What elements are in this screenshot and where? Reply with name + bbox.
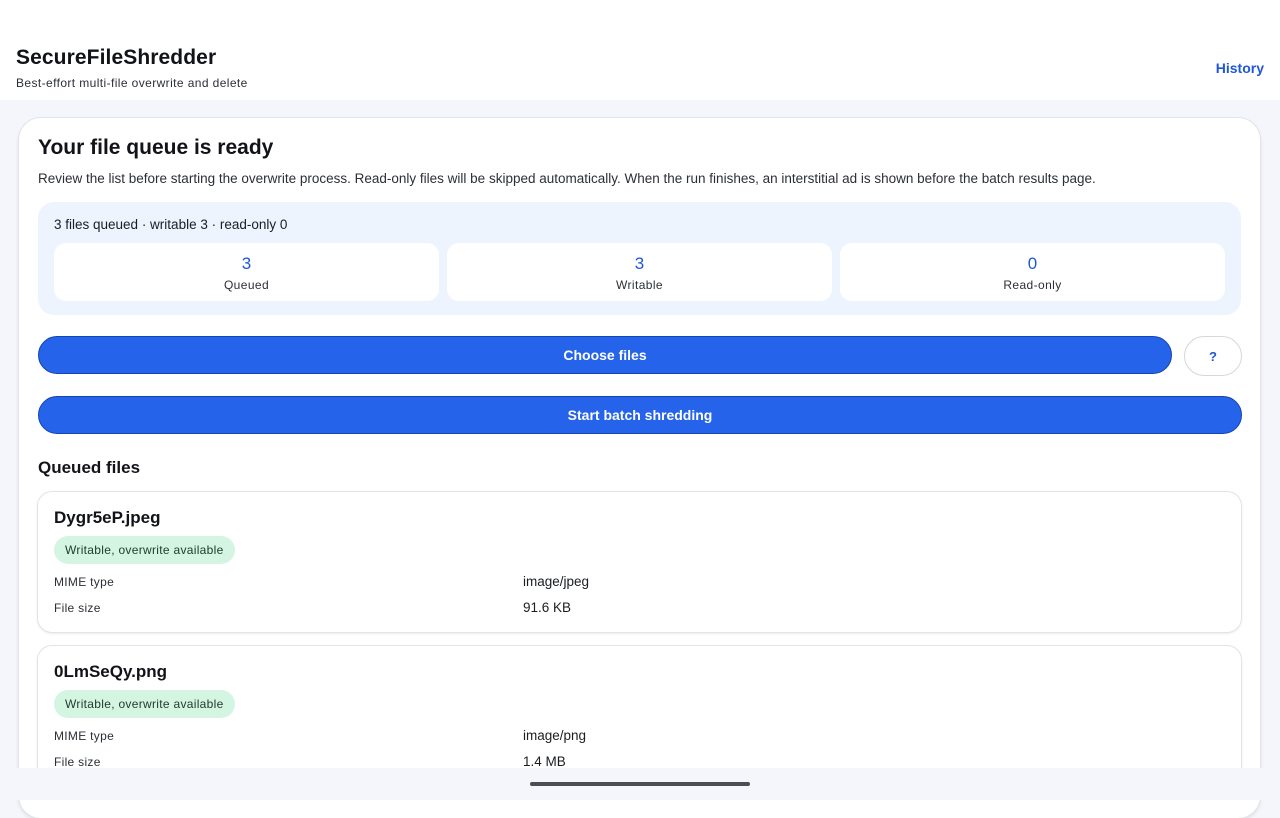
- help-button[interactable]: ?: [1184, 336, 1242, 376]
- mime-type-value: image/jpeg: [523, 574, 590, 589]
- status-badge: Writable, overwrite available: [54, 690, 235, 718]
- stat-value: 3: [241, 254, 252, 273]
- stat-value: 0: [1027, 254, 1038, 273]
- mime-type-label: MIME type: [54, 729, 115, 743]
- queued-files-heading: Queued files: [38, 458, 141, 477]
- choose-files-button[interactable]: Choose files: [38, 336, 1172, 374]
- stat-label: Queued: [223, 278, 270, 292]
- queue-card: Your file queue is ready Review the list…: [19, 118, 1260, 818]
- file-name: Dygr5eP.jpeg: [54, 508, 161, 527]
- page-title: Your file queue is ready: [38, 136, 274, 159]
- history-button[interactable]: History: [1216, 60, 1264, 76]
- mime-type-label: MIME type: [54, 575, 115, 589]
- stat-label: Writable: [616, 278, 663, 292]
- status-badge: Writable, overwrite available: [54, 536, 235, 564]
- stat-label: Read-only: [1003, 278, 1062, 292]
- file-size-value: 1.4 MB: [523, 754, 566, 769]
- file-size-value: 91.6 KB: [523, 600, 572, 615]
- summary-line: 3 files queued · writable 3 · read-only …: [54, 217, 288, 232]
- file-card: Dygr5eP.jpeg Writable, overwrite availab…: [38, 492, 1241, 632]
- stat-read-only: 0 Read-only: [840, 243, 1225, 301]
- stat-queued: 3 Queued: [54, 243, 439, 301]
- stat-value: 3: [634, 254, 645, 273]
- stat-writable: 3 Writable: [447, 243, 832, 301]
- queue-description: Review the list before starting the over…: [38, 171, 1096, 186]
- file-card: 0LmSeQy.png Writable, overwrite availabl…: [38, 646, 1241, 786]
- file-size-label: File size: [54, 755, 101, 769]
- mime-type-value: image/png: [523, 728, 587, 743]
- file-name: 0LmSeQy.png: [54, 662, 168, 681]
- queue-summary: 3 files queued · writable 3 · read-only …: [38, 202, 1241, 315]
- app-bar: SecureFileShredder Best-effort multi-fil…: [0, 0, 1280, 100]
- app-subtitle: Best-effort multi-file overwrite and del…: [16, 76, 248, 90]
- start-shredding-button[interactable]: Start batch shredding: [38, 396, 1242, 434]
- gesture-nav-handle[interactable]: [530, 782, 750, 786]
- file-size-label: File size: [54, 601, 101, 615]
- app-title: SecureFileShredder: [16, 46, 217, 69]
